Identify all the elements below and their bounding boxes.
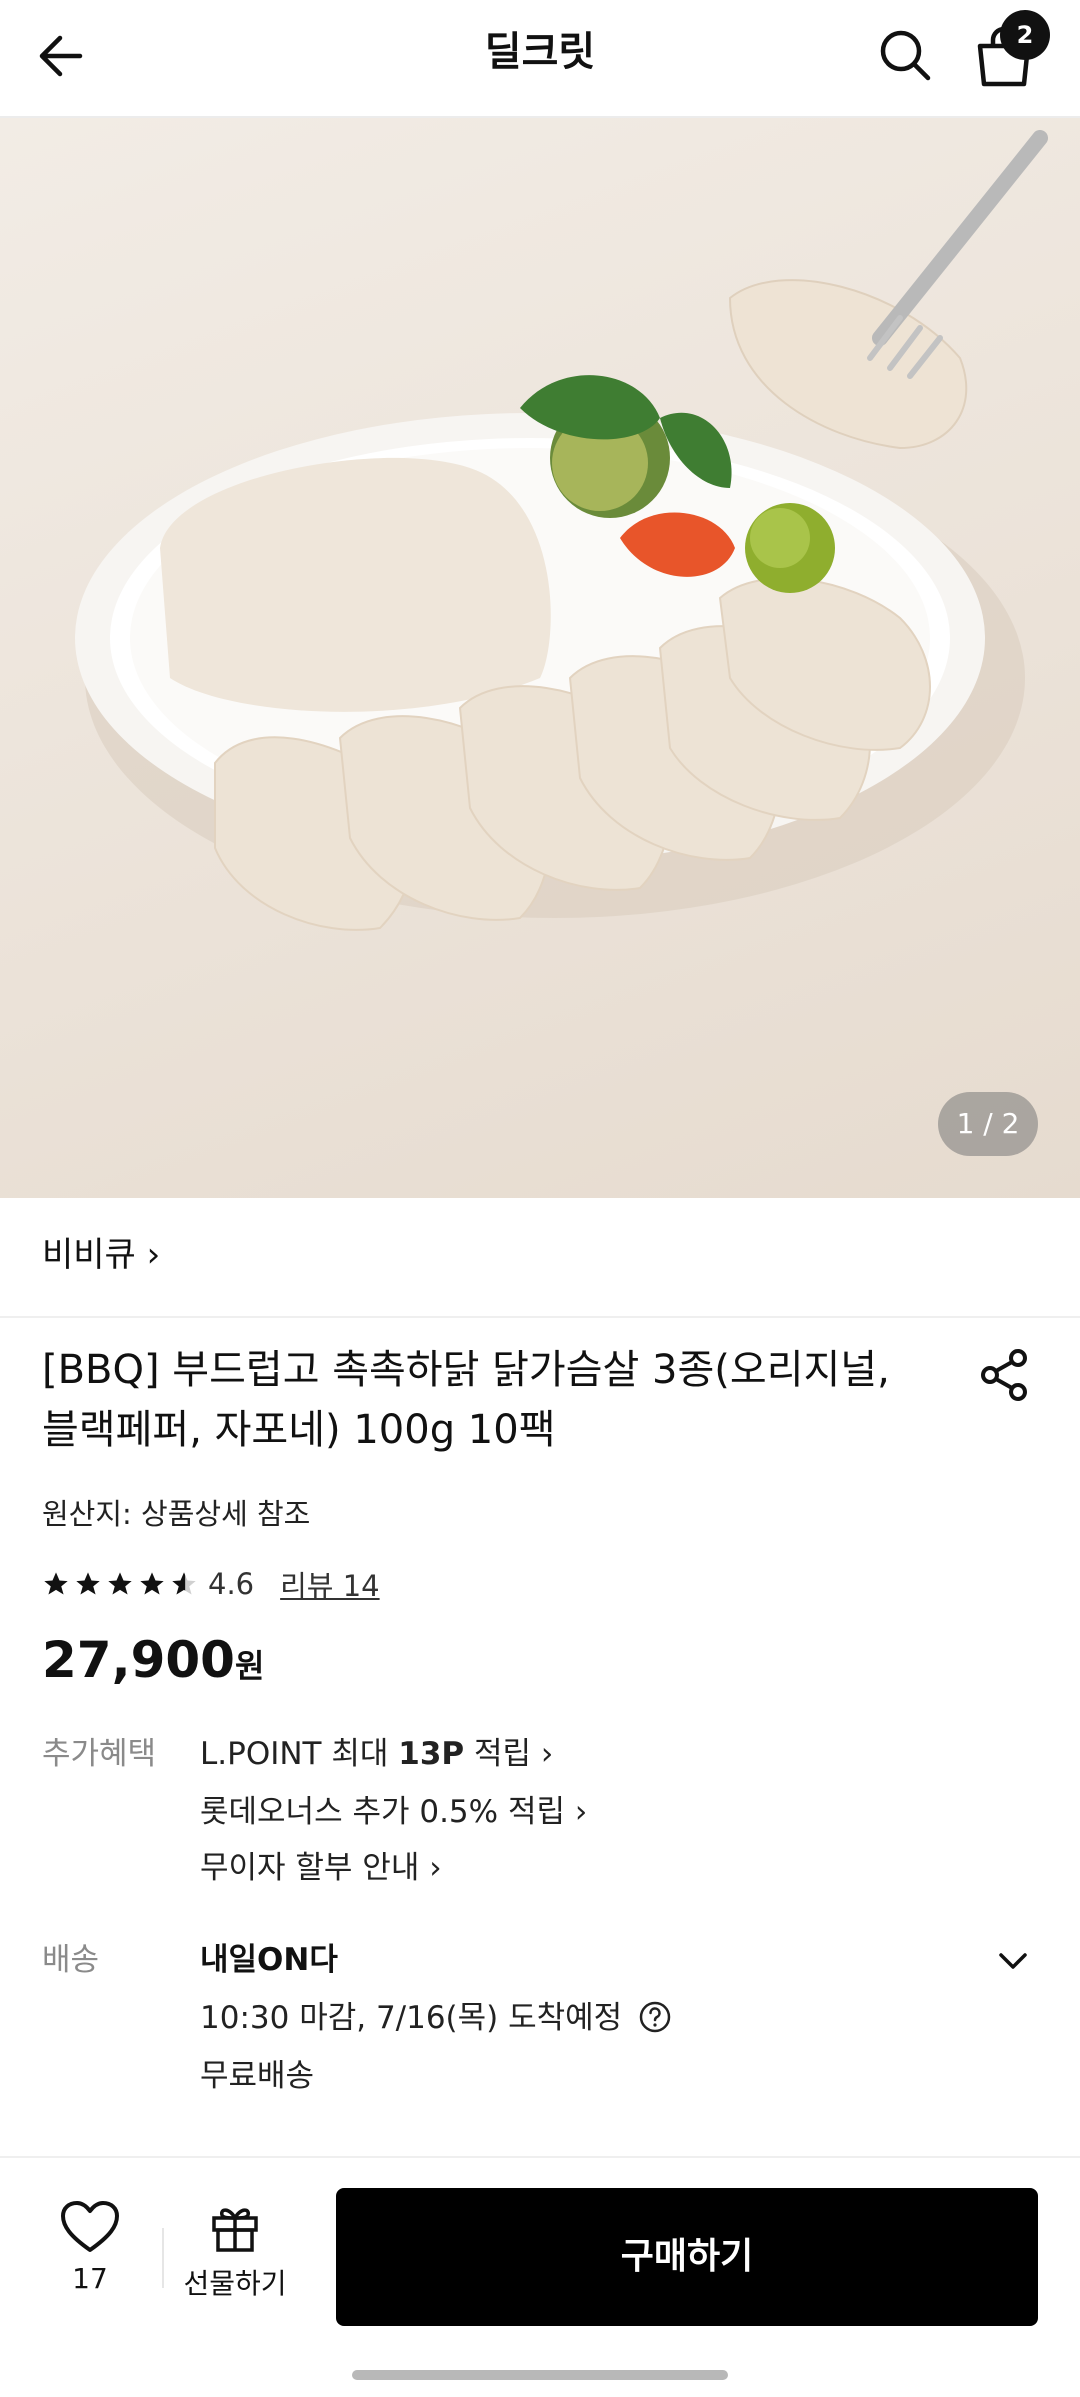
star-icon — [140, 1572, 164, 1595]
search-icon — [880, 30, 931, 81]
price-amount: 27,900 — [42, 1631, 235, 1689]
rating-row: 4.6 리뷰 14 — [42, 1562, 380, 1606]
buy-button[interactable]: 구매하기 — [336, 2188, 1038, 2326]
price-unit: 원 — [234, 1647, 265, 1685]
review-link[interactable]: 리뷰 14 — [280, 1563, 379, 1605]
image-counter: 1 / 2 — [938, 1092, 1038, 1156]
delivery-deadline-row: 10:30 마감, 7/16(목) 도착예정 — [200, 1996, 672, 2040]
delivery-fee: 무료배송 — [200, 2058, 315, 2094]
lpoint-prefix: L.POINT 최대 — [200, 1736, 399, 1772]
brand-link[interactable]: 비비큐 › — [42, 1230, 160, 1280]
like-count: 17 — [72, 2262, 108, 2295]
origin-info: 원산지: 상품상세 참조 — [42, 1497, 311, 1531]
gift-icon — [212, 2208, 258, 2252]
lotte-onus-benefit-link[interactable]: 롯데오너스 추가 0.5% 적립 › — [200, 1790, 587, 1834]
product-title: [BBQ] 부드럽고 촉촉하닭 닭가슴살 3종(오리지널, 블랙페퍼, 자포네)… — [42, 1347, 890, 1453]
delivery-label: 배송 — [42, 1942, 100, 1978]
installment-info-link[interactable]: 무이자 할부 안내 › — [200, 1846, 442, 1890]
star-icon — [44, 1572, 68, 1595]
star-icon — [108, 1572, 132, 1595]
share-button[interactable] — [976, 1346, 1034, 1404]
like-button[interactable]: 17 — [40, 2200, 140, 2330]
lpoint-benefit-link[interactable]: L.POINT 최대 13P 적립 › — [200, 1732, 553, 1776]
home-indicator — [352, 2370, 728, 2380]
top-app-bar: 딜크릿 2 — [0, 0, 1080, 118]
gift-button[interactable]: 선물하기 — [180, 2200, 290, 2330]
share-icon — [981, 1349, 1027, 1401]
lpoint-amount: 13P — [398, 1736, 465, 1772]
delivery-deadline: 10:30 마감, 7/16(목) 도착예정 — [200, 2000, 623, 2036]
rating-value: 4.6 — [208, 1567, 255, 1601]
benefits-label: 추가혜택 — [42, 1736, 157, 1772]
cart-count-badge: 2 — [1000, 10, 1050, 60]
half-star-icon — [172, 1572, 196, 1595]
delivery-title: 내일ON다 — [200, 1942, 338, 1978]
section-divider — [0, 1316, 1080, 1318]
question-circle-icon[interactable] — [638, 2000, 672, 2034]
bottom-bar-separator — [162, 2228, 164, 2288]
delivery-expand-button[interactable] — [996, 1944, 1030, 1978]
star-icon — [76, 1572, 100, 1595]
product-image[interactable]: 1 / 2 — [0, 118, 1080, 1198]
rating-stars — [42, 1570, 198, 1598]
gift-label: 선물하기 — [183, 2267, 287, 2300]
product-photo-illustration — [75, 130, 1048, 931]
heart-icon — [61, 2201, 119, 2252]
chevron-down-icon — [999, 1953, 1027, 1969]
search-button[interactable] — [870, 20, 940, 90]
lpoint-suffix: 적립 › — [464, 1736, 554, 1772]
price: 27,900원 — [42, 1628, 264, 1704]
